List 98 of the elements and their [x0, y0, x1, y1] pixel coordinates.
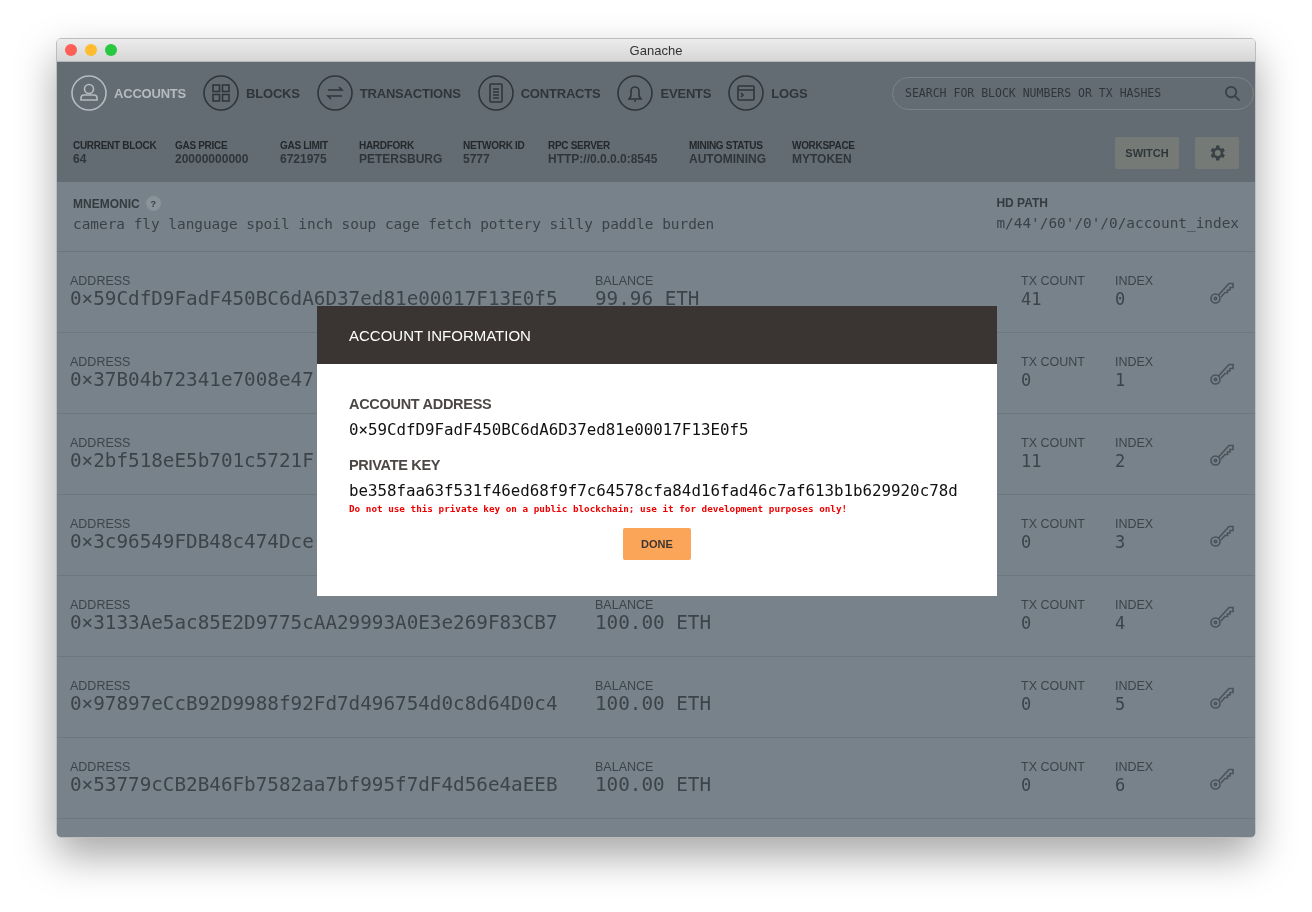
index-value: 3	[1115, 531, 1126, 553]
tx-count-value: 0	[1021, 369, 1032, 391]
index-label: INDEX	[1115, 517, 1154, 531]
tx-count-label: TX COUNT	[1021, 436, 1085, 450]
search-field[interactable]: SEARCH FOR BLOCK NUMBERS OR TX HASHES	[892, 76, 1254, 110]
stat-value: PETERSBURG	[359, 152, 444, 166]
stat-label: HARDFORK	[359, 140, 415, 151]
stat-value: MYTOKEN	[792, 152, 853, 166]
done-button[interactable]: DONE	[623, 528, 691, 560]
stat-label: GAS LIMIT	[280, 140, 329, 151]
balance-label: BALANCE	[595, 274, 654, 288]
terminal-icon	[728, 75, 765, 111]
address-label: ADDRESS	[70, 679, 131, 693]
window-control-icon[interactable]	[105, 44, 117, 56]
address-label: ADDRESS	[70, 517, 131, 531]
tx-count-value: 11	[1021, 450, 1042, 472]
private-key-label: PRIVATE KEY	[349, 457, 442, 473]
stat-label: MINING STATUS	[689, 140, 764, 151]
index-label: INDEX	[1115, 598, 1154, 612]
index-label: INDEX	[1115, 679, 1154, 693]
stat-value: AUTOMINING	[689, 152, 768, 166]
account-balance: 100.00 ETH	[595, 774, 712, 796]
window-title: Ganache	[629, 42, 683, 58]
doc-icon	[477, 75, 514, 111]
address-label: ADDRESS	[70, 760, 131, 774]
private-key: be358faa63f531f46ed68f9f7c64578cfa84d16fad46c7af613b1b629920c78d	[349, 481, 965, 500]
account-address: 0×59CdfD9FadF450BC6dA6D37ed81e00017F13E0f5	[70, 288, 558, 310]
nav-tab[interactable]: EVENTS	[617, 75, 712, 111]
window-control-icon[interactable]	[85, 44, 97, 56]
bell-icon	[617, 75, 654, 111]
nav-tab[interactable]: LOGS	[728, 75, 808, 111]
nav-tab[interactable]: TRANSACTIONS	[316, 75, 461, 111]
balance-label: BALANCE	[595, 598, 654, 612]
mnemonic-label: MNEMONIC	[73, 196, 140, 211]
warning-text: Do not use this private key on a public blockchain; use it for development purposes only!	[349, 503, 849, 514]
index-value: 6	[1115, 774, 1126, 796]
account-address: 0×3133Ae5ac85E2D9775cAA29993A0E3e269F83CB7	[70, 612, 558, 634]
address-label: ADDRESS	[70, 436, 131, 450]
address-label: ADDRESS	[70, 274, 131, 288]
index-label: INDEX	[1115, 274, 1154, 288]
grid-icon	[203, 75, 240, 111]
search-icon	[1224, 84, 1241, 102]
stat-label: CURRENT BLOCK	[73, 140, 158, 151]
account-address-label: ACCOUNT ADDRESS	[349, 396, 493, 412]
index-label: INDEX	[1115, 760, 1154, 774]
tx-count-value: 41	[1021, 288, 1042, 310]
tx-count-value: 0	[1021, 774, 1032, 796]
mnemonic-words: camera fly language spoil inch soup cage fetch pottery silly paddle burden	[73, 216, 715, 232]
stat-label: GAS PRICE	[175, 140, 229, 151]
stat-label: NETWORK ID	[463, 140, 526, 151]
balance-label: BALANCE	[595, 760, 654, 774]
index-label: INDEX	[1115, 355, 1154, 369]
account-address: 0×97897eCcB92D9988f92Fd7d496754d0c8d64D0c4	[70, 693, 558, 715]
tx-count-label: TX COUNT	[1021, 274, 1085, 288]
nav-tab[interactable]: BLOCKS	[203, 75, 300, 111]
tx-count-label: TX COUNT	[1021, 517, 1085, 531]
index-label: INDEX	[1115, 436, 1154, 450]
tx-count-value: 0	[1021, 693, 1032, 715]
account-balance: 100.00 ETH	[595, 612, 712, 634]
account-address: 0×53779cCB2B46Fb7582aa7bf995f7dF4d56e4aEEB	[70, 774, 558, 796]
address-label: ADDRESS	[70, 598, 131, 612]
stat-label: RPC SERVER	[548, 140, 611, 151]
stat-value: HTTP://0.0.0.0:8545	[548, 152, 659, 166]
stat-value: 64	[73, 152, 88, 166]
account-address: 0×37B04b72341e7008e47	[70, 369, 314, 391]
stat-value: 6721975	[280, 152, 328, 166]
tx-count-label: TX COUNT	[1021, 598, 1085, 612]
tx-count-label: TX COUNT	[1021, 760, 1085, 774]
account-address: 0×3c96549FDB48c474Dce	[70, 531, 314, 553]
tx-count-value: 0	[1021, 612, 1032, 634]
person-icon	[71, 75, 107, 111]
account-balance: 100.00 ETH	[595, 693, 712, 715]
nav-tab[interactable]: ACCOUNTS	[71, 75, 187, 111]
settings-button[interactable]	[1195, 137, 1239, 169]
nav-tab[interactable]: CONTRACTS	[477, 75, 601, 111]
tx-count-label: TX COUNT	[1021, 355, 1085, 369]
index-value: 4	[1115, 612, 1126, 634]
tx-count-label: TX COUNT	[1021, 679, 1085, 693]
index-value: 2	[1115, 450, 1126, 472]
switch-button[interactable]: SWITCH	[1115, 137, 1179, 169]
account-balance: 99.96 ETH	[595, 288, 700, 310]
index-value: 1	[1115, 369, 1126, 391]
account-address: 0×59CdfD9FadF450BC6dA6D37ed81e00017F13E0f5	[349, 420, 750, 439]
stat-value: 20000000000	[175, 152, 250, 166]
stat-value: 5777	[463, 152, 491, 166]
dialog-title: ACCOUNT INFORMATION	[349, 326, 531, 344]
account-address: 0×2bf518eE5b701c5721F	[70, 450, 314, 472]
stat-label: WORKSPACE	[792, 140, 856, 151]
index-value: 0	[1115, 288, 1126, 310]
index-value: 5	[1115, 693, 1126, 715]
help-icon[interactable]: ?	[145, 196, 161, 211]
window-control-icon[interactable]	[65, 44, 77, 56]
arrows-icon	[316, 75, 353, 111]
tx-count-value: 0	[1021, 531, 1032, 553]
hd-path-value: m/44'/60'/0'/0/account_index	[996, 215, 1239, 231]
address-label: ADDRESS	[70, 355, 131, 369]
hd-path-label: HD PATH	[996, 196, 1049, 210]
balance-label: BALANCE	[595, 679, 654, 693]
